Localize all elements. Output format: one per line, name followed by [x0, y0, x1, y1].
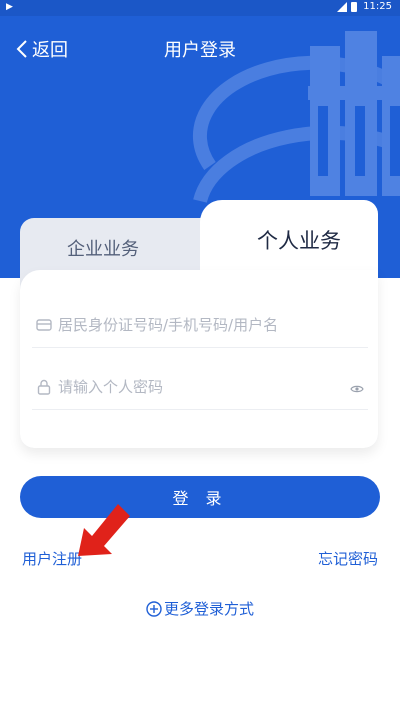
password-input[interactable]: [58, 377, 328, 396]
login-card: 企业业务 个人业务: [20, 200, 378, 448]
status-indicators: 11:25: [337, 1, 392, 12]
status-bar: ▶ 11:25: [0, 0, 400, 16]
eye-icon[interactable]: [350, 379, 364, 398]
id-input[interactable]: [58, 315, 328, 334]
page-title: 用户登录: [164, 40, 236, 61]
tab-enterprise[interactable]: 企业业务: [20, 218, 210, 278]
more-login-methods-link[interactable]: 更多登录方式: [0, 598, 400, 619]
play-icon: ▶: [6, 2, 13, 12]
id-field: [32, 302, 368, 348]
signal-icon: [337, 1, 348, 12]
tab-personal[interactable]: 个人业务: [220, 200, 378, 280]
annotation-arrow-icon: [78, 504, 130, 556]
login-form: [20, 270, 378, 448]
lock-icon: [36, 379, 52, 395]
status-time: 11:25: [363, 1, 392, 12]
id-card-icon: [36, 317, 52, 333]
plus-circle-icon: [146, 600, 162, 617]
forgot-password-link[interactable]: 忘记密码: [318, 548, 378, 569]
password-field: [32, 364, 368, 410]
more-login-label: 更多登录方式: [163, 600, 254, 618]
battery-icon: [351, 1, 358, 12]
register-link[interactable]: 用户注册: [22, 548, 82, 569]
